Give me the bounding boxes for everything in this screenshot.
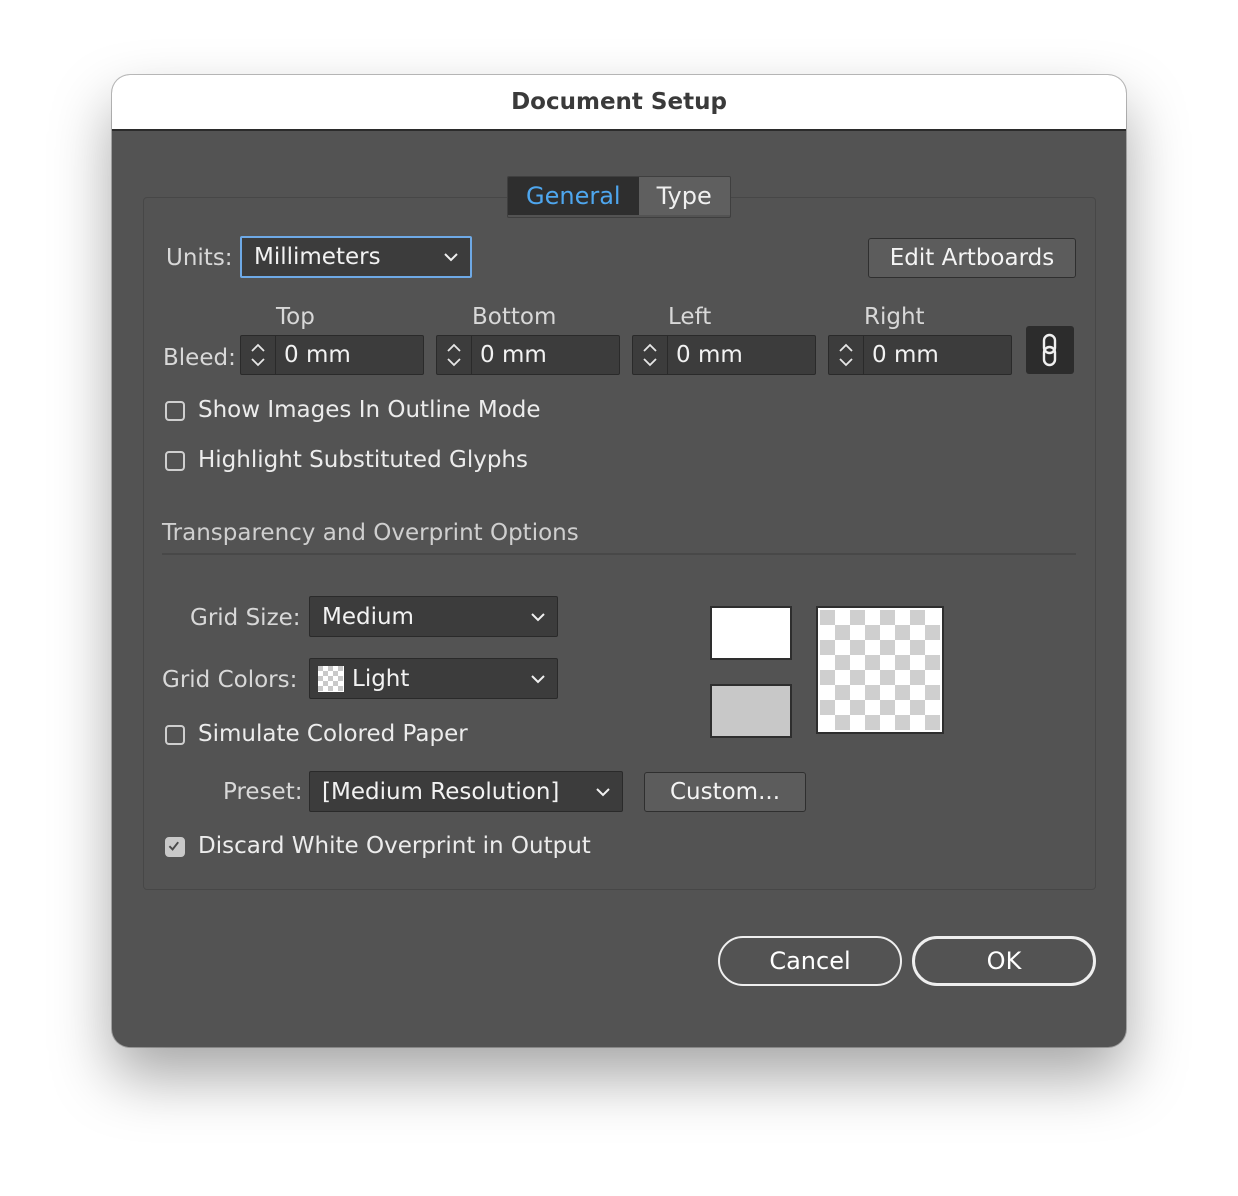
cancel-button[interactable]: Cancel xyxy=(718,936,902,986)
checkerboard-preview xyxy=(820,610,940,730)
stepper-icon[interactable] xyxy=(241,336,276,374)
paper-color-swatch-gray[interactable] xyxy=(710,684,792,738)
preset-dropdown[interactable]: [Medium Resolution] xyxy=(309,771,623,812)
paper-color-swatch-white[interactable] xyxy=(710,606,792,660)
bleed-bottom-value: 0 mm xyxy=(480,342,547,368)
chevron-down-icon xyxy=(444,253,458,262)
bleed-header-left: Left xyxy=(668,304,712,330)
transparency-grid-preview xyxy=(816,606,944,734)
dialog-title: Document Setup xyxy=(511,89,727,115)
grid-colors-dropdown[interactable]: Light xyxy=(309,658,558,699)
bleed-header-right: Right xyxy=(864,304,925,330)
checkmark-icon xyxy=(168,841,179,851)
ok-button[interactable]: OK xyxy=(912,936,1096,986)
simulate-paper-label: Simulate Colored Paper xyxy=(198,721,468,747)
document-setup-dialog: Document Setup General Type Units: Milli… xyxy=(112,75,1126,1047)
simulate-paper-checkbox[interactable] xyxy=(165,725,185,745)
bleed-right-field[interactable]: 0 mm xyxy=(828,335,1012,375)
tab-type[interactable]: Type xyxy=(638,177,730,215)
stepper-icon[interactable] xyxy=(633,336,668,374)
preset-value: [Medium Resolution] xyxy=(322,778,560,805)
grid-colors-value: Light xyxy=(352,665,410,692)
bleed-right-value: 0 mm xyxy=(872,342,939,368)
bleed-header-top: Top xyxy=(276,304,315,330)
grid-size-dropdown[interactable]: Medium xyxy=(309,596,558,637)
highlight-glyphs-label: Highlight Substituted Glyphs xyxy=(198,447,528,473)
transparency-section-title: Transparency and Overprint Options xyxy=(162,520,579,546)
highlight-glyphs-checkbox[interactable] xyxy=(165,451,185,471)
link-icon xyxy=(1042,333,1057,367)
preset-label: Preset: xyxy=(223,779,303,805)
bleed-bottom-field[interactable]: 0 mm xyxy=(436,335,620,375)
bleed-label: Bleed: xyxy=(163,345,236,371)
stepper-icon[interactable] xyxy=(437,336,472,374)
units-value: Millimeters xyxy=(254,244,381,270)
bleed-top-value: 0 mm xyxy=(284,342,351,368)
show-images-outline-checkbox[interactable] xyxy=(165,401,185,421)
section-divider xyxy=(162,553,1076,555)
title-bar: Document Setup xyxy=(112,75,1126,131)
grid-size-value: Medium xyxy=(322,603,414,630)
tab-general[interactable]: General xyxy=(508,177,639,215)
stepper-icon[interactable] xyxy=(829,336,864,374)
tab-bar: General Type xyxy=(507,176,731,218)
bleed-left-field[interactable]: 0 mm xyxy=(632,335,816,375)
bleed-left-value: 0 mm xyxy=(676,342,743,368)
grid-colors-label: Grid Colors: xyxy=(162,667,298,693)
show-images-outline-label: Show Images In Outline Mode xyxy=(198,397,541,423)
custom-button[interactable]: Custom... xyxy=(644,772,806,812)
link-bleed-button[interactable] xyxy=(1026,326,1074,374)
units-label: Units: xyxy=(166,245,233,271)
checkerboard-icon xyxy=(318,666,344,692)
chevron-down-icon xyxy=(531,612,545,621)
chevron-down-icon xyxy=(531,674,545,683)
chevron-down-icon xyxy=(596,787,610,796)
grid-size-label: Grid Size: xyxy=(190,605,301,631)
bleed-top-field[interactable]: 0 mm xyxy=(240,335,424,375)
bleed-header-bottom: Bottom xyxy=(472,304,557,330)
discard-white-checkbox[interactable] xyxy=(165,837,185,857)
units-dropdown[interactable]: Millimeters xyxy=(240,236,472,278)
discard-white-label: Discard White Overprint in Output xyxy=(198,833,591,859)
edit-artboards-button[interactable]: Edit Artboards xyxy=(868,238,1076,278)
